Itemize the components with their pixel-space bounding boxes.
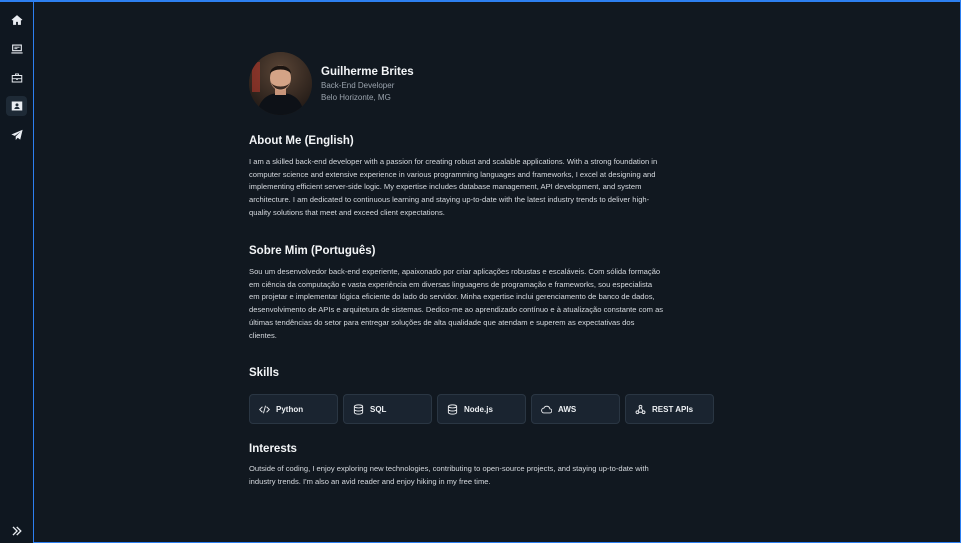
sidebar <box>0 2 34 543</box>
profile-name: Guilherme Brites <box>321 66 414 78</box>
skill-nodejs[interactable]: Node.js <box>437 394 526 424</box>
send-icon <box>10 129 23 140</box>
briefcase-icon <box>11 73 22 83</box>
skill-aws[interactable]: AWS <box>531 394 620 424</box>
skills-heading: Skills <box>249 367 280 379</box>
cloud-icon <box>540 403 552 415</box>
database-icon <box>352 403 364 415</box>
skill-rest-apis[interactable]: REST APIs <box>625 394 714 424</box>
skill-python[interactable]: Python <box>249 394 338 424</box>
skill-label: AWS <box>558 404 577 414</box>
about-pt-text: Sou um desenvolvedor back-end experiente… <box>249 267 664 340</box>
about-en-heading: About Me (English) <box>249 135 354 147</box>
avatar <box>249 52 312 115</box>
skill-label: REST APIs <box>652 404 694 414</box>
sidebar-item-home[interactable] <box>6 10 27 30</box>
sidebar-item-projects[interactable] <box>6 39 27 59</box>
sidebar-item-contact[interactable] <box>6 125 27 145</box>
skill-label: Python <box>276 404 304 414</box>
interests-heading: Interests <box>249 443 297 455</box>
window-top-border <box>0 0 961 2</box>
home-icon <box>11 15 22 25</box>
skill-sql[interactable]: SQL <box>343 394 432 424</box>
sidebar-item-about[interactable] <box>6 96 27 116</box>
interests-text: Outside of coding, I enjoy exploring new… <box>249 464 649 486</box>
database-icon <box>446 403 458 415</box>
skills-list: Python SQL Node.js AWS REST APIs <box>249 394 719 424</box>
about-pt-heading: Sobre Mim (Português) <box>249 245 376 257</box>
sidebar-expand-button[interactable] <box>6 521 27 541</box>
profile-location: Belo Horizonte, MG <box>321 93 391 102</box>
sidebar-item-experience[interactable] <box>6 68 27 88</box>
about-en-text: I am a skilled back-end developer with a… <box>249 157 658 217</box>
profile-role: Back-End Developer <box>321 81 395 90</box>
skill-label: SQL <box>370 404 387 414</box>
contact-card-icon <box>11 101 22 111</box>
monitor-icon <box>10 44 23 54</box>
skill-label: Node.js <box>464 404 493 414</box>
double-chevron-right-icon <box>12 526 22 536</box>
webhook-icon <box>634 403 646 415</box>
code-icon <box>258 403 270 415</box>
